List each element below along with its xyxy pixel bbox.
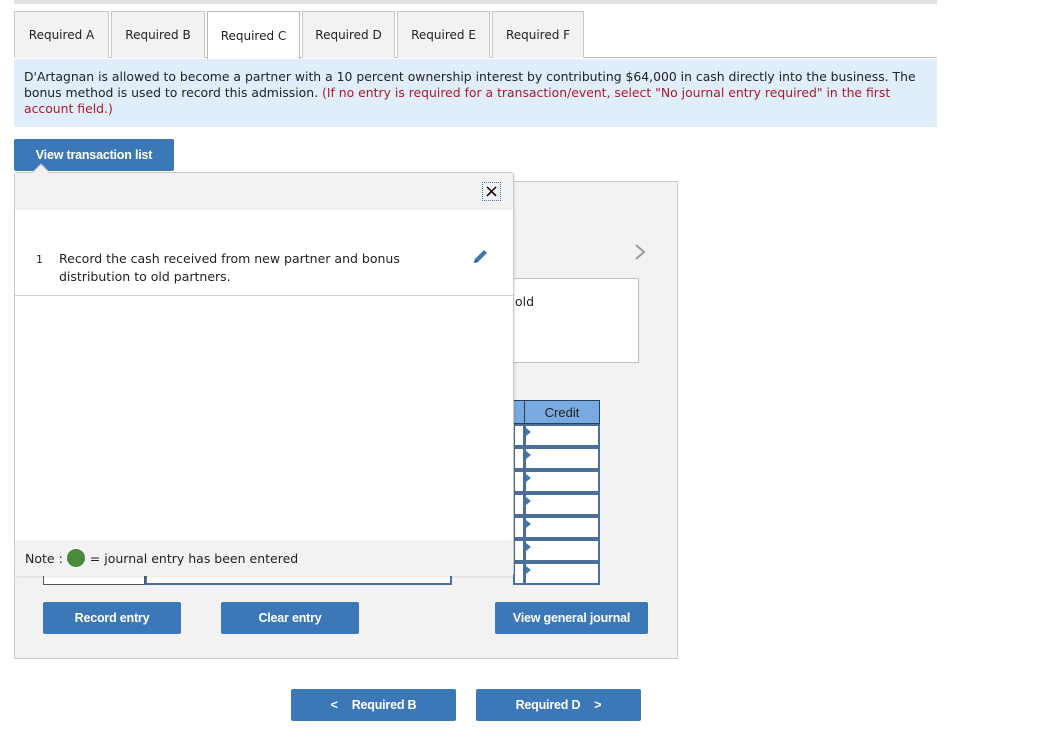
tab-required-c[interactable]: Required C xyxy=(207,11,300,59)
tab-required-f[interactable]: Required F xyxy=(492,11,584,58)
prev-required-b-button[interactable]: < Required B xyxy=(291,689,456,721)
next-label: Required D xyxy=(515,698,581,712)
tab-bar: Required A Required B Required C Require… xyxy=(14,11,937,59)
cell-marker-icon xyxy=(526,520,531,528)
tab-required-e[interactable]: Required E xyxy=(397,11,490,58)
credit-cell[interactable] xyxy=(524,516,600,539)
transaction-list-item[interactable]: 1 Record the cash received from new part… xyxy=(15,210,513,296)
tab-required-a[interactable]: Required A xyxy=(14,11,109,58)
tab-required-b[interactable]: Required B xyxy=(111,11,205,58)
close-icon[interactable]: × xyxy=(482,182,501,201)
note-legend: Note : = journal entry has been entered xyxy=(15,540,513,576)
transaction-text: Record the cash received from new partne… xyxy=(59,251,400,284)
view-general-journal-button[interactable]: View general journal xyxy=(495,602,648,634)
cell-marker-icon xyxy=(526,497,531,505)
clear-entry-button[interactable]: Clear entry xyxy=(221,602,359,634)
question-prompt: D'Artagnan is allowed to become a partne… xyxy=(14,59,937,127)
credit-cell[interactable] xyxy=(524,539,600,562)
top-bar xyxy=(14,0,937,4)
prev-label: Required B xyxy=(351,698,417,712)
note-text: = journal entry has been entered xyxy=(89,550,299,566)
debit-header-partial xyxy=(513,400,524,424)
tab-required-d[interactable]: Required D xyxy=(302,11,395,58)
cell-marker-icon xyxy=(526,543,531,551)
description-text: old xyxy=(515,294,535,309)
chevron-left-icon: < xyxy=(330,698,338,712)
entered-status-dot-icon xyxy=(66,549,85,567)
cell-marker-icon xyxy=(526,474,531,482)
credit-cell[interactable] xyxy=(524,493,600,516)
credit-cell[interactable] xyxy=(524,424,600,447)
transaction-list-popover: × 1 Record the cash received from new pa… xyxy=(14,163,514,576)
popover-header: × xyxy=(15,173,513,210)
transaction-description-box: old xyxy=(513,278,639,363)
credit-cell[interactable] xyxy=(524,470,600,493)
credit-column-header: Credit xyxy=(524,400,600,424)
chevron-right-icon[interactable] xyxy=(633,242,647,262)
pencil-icon[interactable] xyxy=(470,247,490,267)
cell-marker-icon xyxy=(526,566,531,574)
note-prefix: Note : xyxy=(25,550,63,566)
credit-cell[interactable] xyxy=(524,447,600,470)
transaction-number: 1 xyxy=(36,253,43,266)
cell-marker-icon xyxy=(526,451,531,459)
record-entry-button[interactable]: Record entry xyxy=(43,602,181,634)
chevron-right-nav-icon: > xyxy=(594,698,602,712)
cell-marker-icon xyxy=(526,428,531,436)
credit-cell[interactable] xyxy=(524,562,600,585)
next-required-d-button[interactable]: Required D > xyxy=(476,689,641,721)
